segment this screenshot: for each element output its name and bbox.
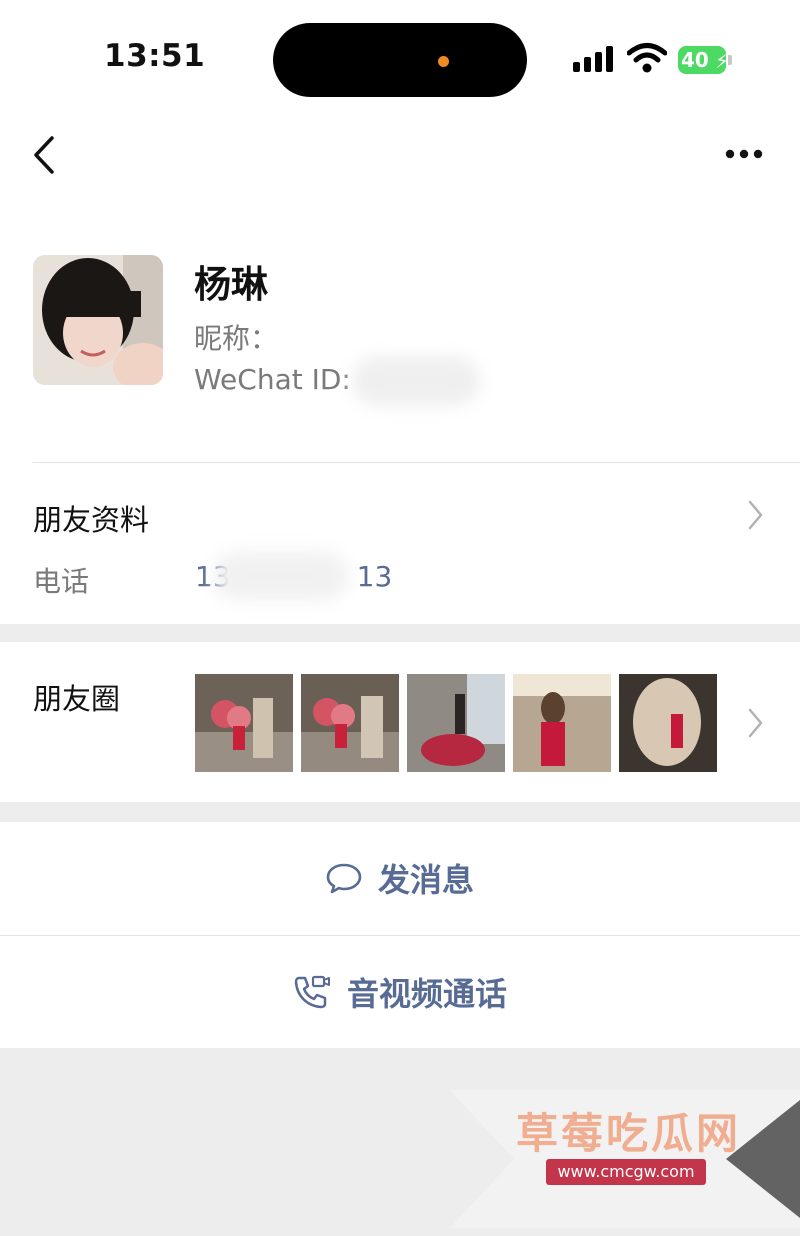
avatar[interactable] [33, 255, 163, 385]
moments-thumbnail[interactable] [513, 674, 611, 772]
phone-number-end: 13 [356, 560, 393, 593]
contact-name: 杨琳 [194, 263, 268, 306]
charging-bolt-icon: ⚡ [715, 49, 730, 73]
moments-thumbnail[interactable] [301, 674, 399, 772]
moments-thumbnail[interactable] [407, 674, 505, 772]
battery-cap [728, 55, 732, 65]
chat-bubble-icon [326, 863, 362, 894]
send-message-button[interactable]: 发消息 [0, 822, 800, 934]
nickname-label: 昵称： [194, 322, 279, 355]
video-call-button[interactable]: 音视频通话 [0, 936, 800, 1048]
more-horizontal-icon[interactable] [720, 140, 768, 168]
phone-redaction [213, 552, 349, 600]
chevron-right-icon[interactable] [745, 498, 765, 532]
moments-label: 朋友圈 [33, 682, 121, 716]
dynamic-island [273, 23, 527, 97]
status-time: 13:51 [104, 38, 206, 74]
recording-indicator-icon [438, 56, 449, 67]
phone-label: 电话 [33, 565, 90, 598]
phone-video-icon [294, 975, 330, 1009]
send-message-label: 发消息 [377, 861, 474, 899]
moments-thumbnail[interactable] [619, 674, 717, 772]
wifi-icon [627, 43, 667, 73]
chevron-left-icon[interactable] [28, 132, 68, 178]
chevron-right-icon[interactable] [745, 706, 765, 740]
video-call-label: 音视频通话 [346, 975, 507, 1013]
friend-info-label[interactable]: 朋友资料 [33, 497, 149, 539]
cellular-signal-icon [573, 46, 615, 72]
profile-divider [33, 462, 800, 463]
moments-thumbnail[interactable] [195, 674, 293, 772]
watermark-title: 草莓吃瓜网 [516, 1109, 742, 1158]
watermark-url: www.cmcgw.com [546, 1159, 706, 1185]
wechat-id-label: WeChat ID: [194, 363, 351, 396]
wechat-id-redaction [352, 356, 480, 406]
